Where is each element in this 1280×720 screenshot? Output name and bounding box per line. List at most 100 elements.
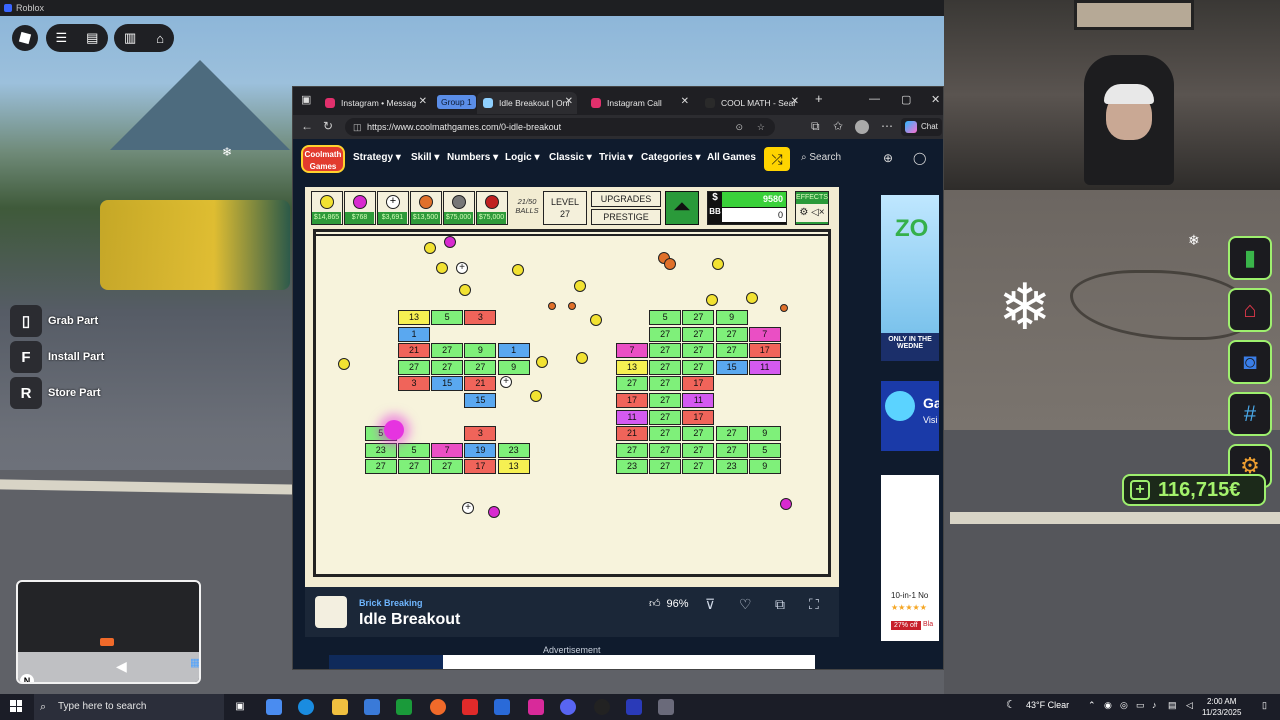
ball-shop-2[interactable]: + $3,691 [377,191,409,225]
heart-icon[interactable]: ♡ [739,596,752,613]
notifications-icon[interactable]: ▯ [1262,700,1267,711]
nav-classic[interactable]: Classic ▾ [549,152,592,163]
url-field[interactable]: ◫ https://www.coolmathgames.com/0-idle-b… [345,118,775,136]
windows-start-icon[interactable] [10,700,22,712]
close-icon[interactable]: ✕ [681,96,689,107]
shuffle-icon[interactable]: ⤮ [764,147,790,171]
taskbar-clock[interactable]: 2:00 AM 11/23/2025 [1202,696,1241,718]
mic-icon[interactable]: ♪ [1152,700,1157,710]
fullscreen-icon[interactable]: ⛶ [809,596,819,613]
prestige-button[interactable]: PRESTIGE [591,209,661,225]
favorites-icon[interactable]: ✩ [833,119,843,133]
roblox-taskbar-icon[interactable] [626,699,642,715]
tab-instagram[interactable]: Instagram • Messag ✕ [319,92,431,114]
user-icon[interactable]: ◯ [913,151,926,165]
nav-strategy[interactable]: Strategy ▾ [353,152,401,163]
tray-chevron-icon[interactable]: ⌃ [1088,700,1096,711]
instagram-taskbar-icon[interactable] [528,699,544,715]
shop-button[interactable]: ⌂ [1228,288,1272,332]
task-view-icon[interactable]: ▣ [232,699,248,715]
weather-icon[interactable]: ☾ [1006,698,1016,711]
extensions-icon[interactable]: ⧉ [811,119,820,134]
settings-sound-icons[interactable]: ⚙ ◁× [796,204,828,222]
copilot-taskbar-icon[interactable] [266,699,282,715]
rank-up-icon[interactable]: ⏶ [665,191,699,225]
tab-coolmath-search[interactable]: COOL MATH - Sear ✕ [699,92,803,114]
play-field[interactable]: 13 5 3 1 21 27 9 1 27 27 27 9 3 15 21 15 5 3 23 5 7 19 23 27 27 2… [313,229,831,577]
upgrades-button[interactable]: UPGRADES [591,191,661,207]
taskbar-search[interactable]: ⌕ Type here to search [34,694,224,720]
back-icon[interactable]: ← [301,119,313,133]
profile-avatar[interactable] [855,120,869,134]
coolmath-logo[interactable]: Coolmath Games [301,145,345,173]
refresh-icon[interactable]: ↻ [323,119,333,133]
close-icon[interactable]: ✕ [419,96,427,107]
ball-shop-4[interactable]: $75,000 [443,191,475,225]
roblox-menu-button[interactable] [12,25,38,51]
effects-box[interactable]: EFFECTS ⚙ ◁× [795,191,829,225]
tray-app-icon-3[interactable]: ▭ [1136,700,1145,711]
nav-numbers[interactable]: Numbers ▾ [447,152,498,163]
nav-all-games[interactable]: All Games [707,152,756,163]
nav-logic[interactable]: Logic ▾ [505,152,539,163]
ball-shop-3[interactable]: $13,500 [410,191,442,225]
tray-app-icon[interactable]: ◉ [1104,700,1112,711]
xbox-icon[interactable] [396,699,412,715]
brick: 27 [398,459,430,475]
tray-app-icon-2[interactable]: ◎ [1120,700,1128,711]
game-category-link[interactable]: Brick Breaking [359,598,423,608]
chat-icon[interactable]: ▤ [86,30,98,46]
backpack-icon[interactable]: ▥ [124,30,136,46]
brick: 5 [398,442,430,458]
globe-icon[interactable]: ⊕ [883,151,893,165]
bag-button[interactable]: ◙ [1228,340,1272,384]
tab-actions-icon[interactable]: ▣ [301,93,311,106]
close-window-icon[interactable]: ✕ [931,93,940,106]
copilot-chat-button[interactable]: Chat [901,118,942,136]
discord-icon[interactable] [560,699,576,715]
close-icon[interactable]: ✕ [791,96,799,107]
tab-instagram-call[interactable]: Instagram Call ✕ [585,92,693,114]
new-tab-icon[interactable]: + [815,91,823,106]
nav-trivia[interactable]: Trivia ▾ [599,152,633,163]
ball-shop-1[interactable]: $768 [344,191,376,225]
nav-categories[interactable]: Categories ▾ [641,152,701,163]
app-icon[interactable] [494,699,510,715]
network-icon[interactable]: ▤ [1168,700,1177,711]
thumbs-down-icon[interactable]: ⊽ [705,596,715,613]
ad-product[interactable]: 10-in-1 No ★★★★★ 27% off Bla [881,475,939,641]
share-icon[interactable]: ⧉ [775,596,785,613]
edge-icon[interactable] [298,699,314,715]
volume-icon[interactable]: ◁ [1186,700,1193,711]
hamburger-icon[interactable]: ☰ [56,30,68,46]
weather-text[interactable]: 43°F Clear [1026,700,1069,710]
add-money-button[interactable]: + [1130,480,1150,500]
tab-idle-breakout[interactable]: Idle Breakout | Onl ✕ [477,92,577,114]
nav-skill[interactable]: Skill ▾ [411,152,439,163]
store-icon[interactable] [364,699,380,715]
minimap[interactable]: ◀ ▦ N [16,580,201,684]
minimize-icon[interactable]: — [869,93,880,105]
ball-shop-0[interactable]: $14,865 [311,191,343,225]
star-icon[interactable]: ☆ [757,118,765,136]
ad-banner[interactable] [329,655,815,669]
hash-button[interactable]: # [1228,392,1272,436]
ad-zootopia[interactable]: ZO ONLY IN THE WEDNE [881,195,939,361]
youtube-icon[interactable] [462,699,478,715]
app-icon-2[interactable] [658,699,674,715]
idle-breakout-game[interactable]: $14,865 $768 + $3,691 $13,500 $75,000 $75… [305,187,839,587]
lock-icon[interactable]: ⌂ [156,31,164,46]
book-button[interactable]: ▮ [1228,236,1272,280]
more-icon[interactable]: ⋯ [881,119,893,133]
ball-shop-5[interactable]: $75,000 [476,191,508,225]
site-search[interactable]: ⌕ Search [801,152,841,163]
file-explorer-icon[interactable] [332,699,348,715]
obs-icon[interactable] [594,699,610,715]
tab-group-chip[interactable]: Group 1 [437,95,476,109]
maximize-icon[interactable]: ▢ [901,93,911,106]
reader-icon[interactable]: ⊙ [735,118,743,136]
ad-game[interactable]: Ga Visi [881,381,939,451]
close-icon[interactable]: ✕ [565,96,573,107]
firefox-icon[interactable] [430,699,446,715]
thumbs-up-icon[interactable]: 👍︎ [649,597,661,610]
